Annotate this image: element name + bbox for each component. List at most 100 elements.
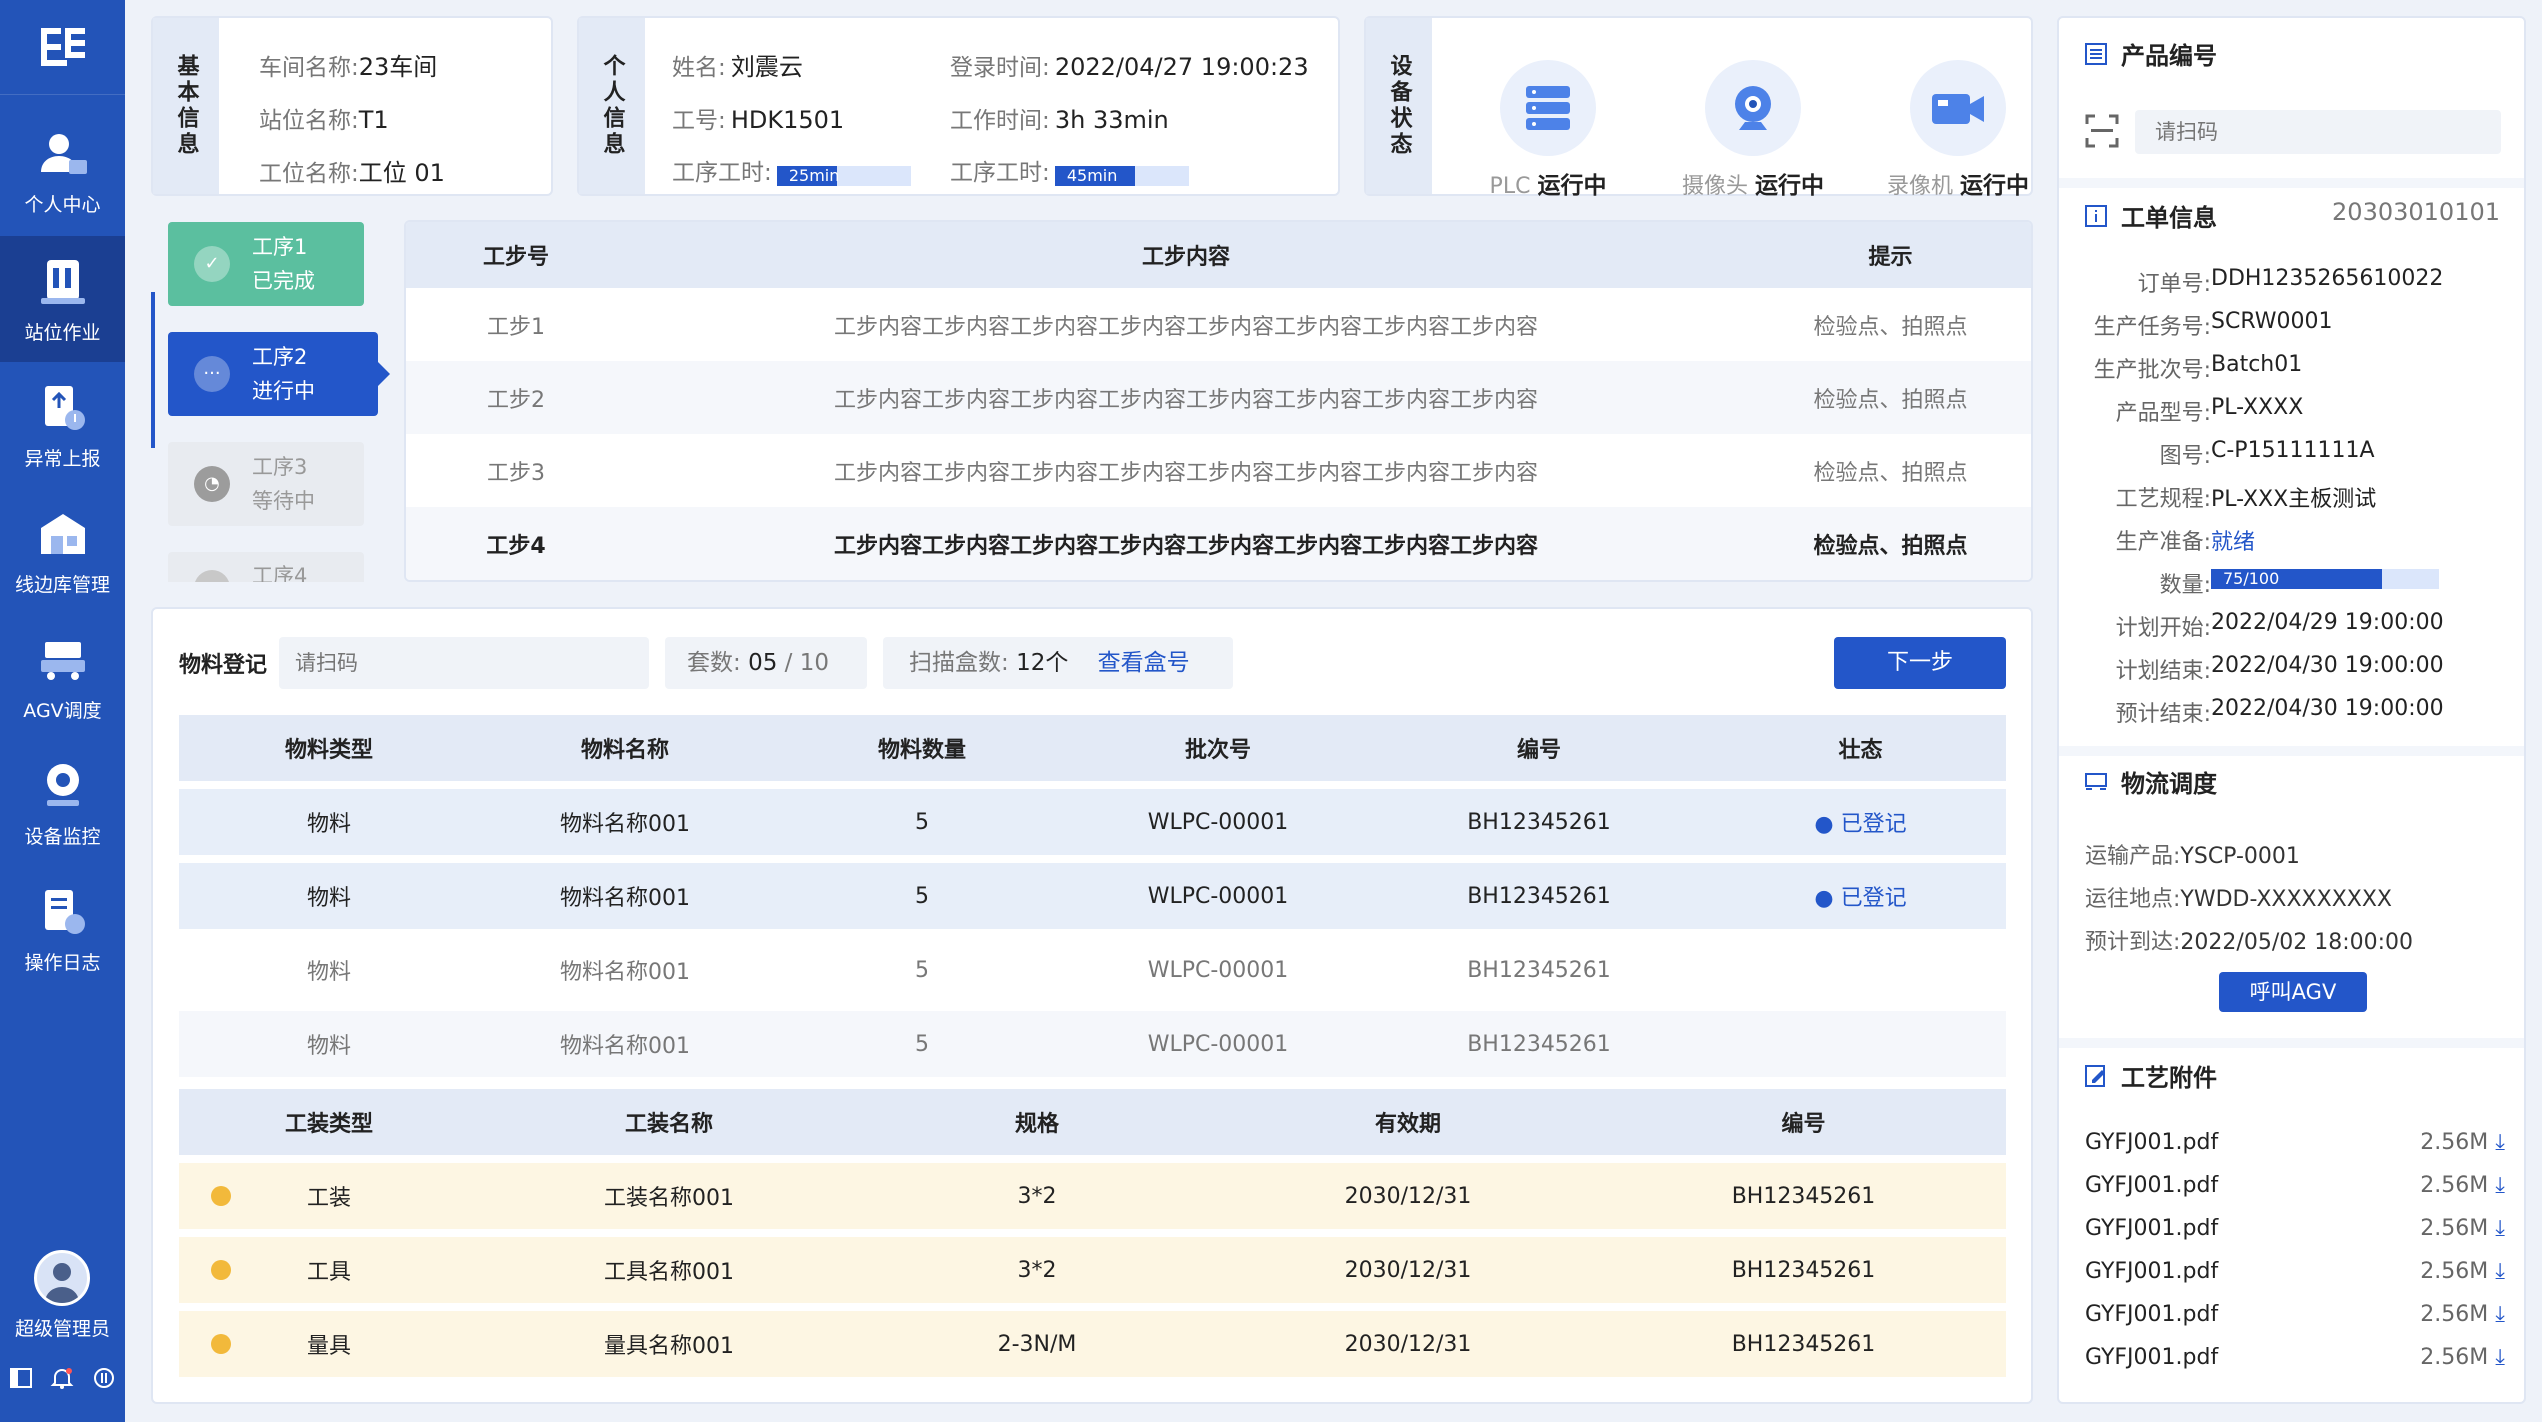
- nav-item-device-monitor[interactable]: 设备监控: [0, 740, 125, 866]
- device-camera[interactable]: 摄像头 运行中: [1653, 60, 1853, 200]
- power-icon[interactable]: [91, 1365, 117, 1391]
- process-tab-2[interactable]: ··· 工序2 进行中: [168, 332, 390, 416]
- collapse-icon[interactable]: [8, 1365, 34, 1391]
- login-time-value: 2022/04/27 19:00:23: [1054, 53, 1309, 81]
- step-tip: 检验点、拍照点: [1813, 314, 1968, 340]
- nav-bottom-toolbar: [0, 1365, 125, 1391]
- nav-item-station-work[interactable]: 站位作业: [0, 236, 125, 362]
- kv-row: 计划结束: 2022/04/30 19:00:00: [2115, 653, 2444, 684]
- qty-bar: 75/100: [2211, 569, 2439, 589]
- table-row[interactable]: 物料 物料名称001 5 WLPC-00001 BH12345261 ● 已登记: [179, 789, 2006, 855]
- download-icon: ⤓: [2495, 1216, 2505, 1241]
- device-plc[interactable]: PLC 运行中: [1448, 60, 1648, 200]
- table-row[interactable]: 工步2 工步内容工步内容工步内容工步内容工步内容工步内容工步内容工步内容 检验点…: [406, 361, 2031, 434]
- boxes-value: 12个: [1016, 650, 1069, 676]
- attachment-item[interactable]: GYFJ001.pdf 2.56M ⤓: [2085, 1302, 2505, 1327]
- warning-icon: [211, 1260, 231, 1280]
- col-step-content: 工步内容: [1141, 245, 1230, 270]
- table-row[interactable]: 物料 物料名称001 5 WLPC-00001 BH12345261 ● 已登记: [179, 863, 2006, 929]
- table-row[interactable]: 量具 量具名称001 2-3N/M 2030/12/31 BH12345261: [179, 1311, 2006, 1377]
- device-status-card: 设备状态 PLC 运行中 摄像头 运行中 录像机 运行中: [1364, 16, 2033, 199]
- cell: BH12345261: [1467, 809, 1611, 835]
- col-spec: 规格: [1014, 1112, 1059, 1137]
- cell: WLPC-00001: [1147, 883, 1289, 909]
- cell: WLPC-00001: [1147, 1031, 1289, 1057]
- cell: BH12345261: [1467, 957, 1611, 983]
- device-recorder[interactable]: 录像机 运行中: [1858, 60, 2058, 200]
- station-value: T1: [358, 106, 389, 134]
- view-box-numbers-link[interactable]: 查看盒号: [1098, 650, 1190, 676]
- work-order-title: 工单信息: [2083, 198, 2217, 233]
- table-row[interactable]: 工具 工具名称001 3*2 2030/12/31 BH12345261: [179, 1237, 2006, 1303]
- left-nav: 个人中心 站位作业 异常上报 线边库管理 AGV调度 设备监控 操作日志 超级管…: [0, 0, 125, 1422]
- nav-item-agv[interactable]: AGV调度: [0, 614, 125, 740]
- product-scan-input[interactable]: [2135, 110, 2501, 154]
- work-time-value: 3h 33min: [1054, 106, 1169, 134]
- nav-item-operation-log[interactable]: 操作日志: [0, 866, 125, 992]
- material-scan-input[interactable]: [279, 637, 649, 689]
- cell: 物料名称001: [560, 960, 690, 985]
- col-tool-type: 工装类型: [284, 1112, 373, 1137]
- attachment-item[interactable]: GYFJ001.pdf 2.56M ⤓: [2085, 1216, 2505, 1241]
- attachment-item[interactable]: GYFJ001.pdf 2.56M ⤓: [2085, 1345, 2505, 1370]
- nav-item-personal-center[interactable]: 个人中心: [0, 108, 125, 234]
- device-name: 录像机: [1886, 174, 1953, 199]
- table-row[interactable]: 物料 物料名称001 5 WLPC-00001 BH12345261: [179, 937, 2006, 1003]
- avatar[interactable]: [34, 1250, 90, 1306]
- cell: 2030/12/31: [1344, 1183, 1472, 1209]
- cell: BH12345261: [1467, 1031, 1611, 1057]
- check-icon: ✓: [204, 253, 220, 274]
- col-status: 壮态: [1838, 738, 1883, 763]
- col-material-qty: 物料数量: [877, 738, 966, 763]
- nav-item-exception-report[interactable]: 异常上报: [0, 362, 125, 488]
- check-circle-icon: ●: [1814, 812, 1834, 837]
- warehouse-icon: [40, 513, 85, 554]
- col-material-name: 物料名称: [580, 738, 669, 763]
- download-icon: ⤓: [2495, 1173, 2505, 1198]
- employee-id-value: HDK1501: [730, 106, 845, 134]
- process-name: 工序2: [252, 345, 308, 369]
- logistics-eta: 预计到达:2022/05/02 18:00:00: [2085, 930, 2414, 955]
- qty-fill: 75/100: [2211, 569, 2382, 589]
- table-row-active[interactable]: 工步4 工步内容工步内容工步内容工步内容工步内容工步内容工步内容工步内容 检验点…: [406, 507, 2031, 580]
- sets-label: 套数:: [687, 650, 741, 676]
- video-recorder-icon: [1932, 94, 1984, 124]
- step-content: 工步内容工步内容工步内容工步内容工步内容工步内容工步内容工步内容: [833, 314, 1538, 340]
- process-name: 工序1: [252, 235, 308, 259]
- process-tab-3[interactable]: ◔ 工序3 等待中: [168, 442, 364, 526]
- bell-icon[interactable]: [49, 1365, 75, 1391]
- step-tip: 检验点、拍照点: [1813, 533, 1968, 559]
- download-icon: ⤓: [2495, 1302, 2505, 1327]
- process-tab-1[interactable]: ✓ 工序1 已完成: [168, 222, 364, 306]
- process-name: 工序3: [252, 455, 308, 479]
- table-row[interactable]: 物料 物料名称001 5 WLPC-00001 BH12345261: [179, 1011, 2006, 1077]
- process-tab-4[interactable]: 工序4: [168, 552, 364, 582]
- station-label: 站位名称:: [259, 108, 359, 134]
- cell: BH12345261: [1467, 883, 1611, 909]
- next-step-button[interactable]: 下一步: [1834, 637, 2006, 689]
- nav-item-warehouse[interactable]: 线边库管理: [0, 488, 125, 614]
- check-circle-icon: ●: [1814, 886, 1834, 911]
- cell: 2030/12/31: [1344, 1257, 1472, 1283]
- attachment-item[interactable]: GYFJ001.pdf 2.56M ⤓: [2085, 1173, 2505, 1198]
- nav-label: 异常上报: [24, 447, 101, 470]
- step-no: 工步3: [487, 460, 545, 486]
- process-time-label: 工序工时:: [672, 160, 772, 186]
- table-row[interactable]: 工装 工装名称001 3*2 2030/12/31 BH12345261: [179, 1163, 2006, 1229]
- kv-row: 预计结束: 2022/04/30 19:00:00: [2115, 696, 2444, 727]
- employee-id-label: 工号:: [672, 108, 726, 134]
- scan-icon[interactable]: [2085, 114, 2119, 148]
- table-row[interactable]: 工步3 工步内容工步内容工步内容工步内容工步内容工步内容工步内容工步内容 检验点…: [406, 434, 2031, 507]
- attachment-item[interactable]: GYFJ001.pdf 2.56M ⤓: [2085, 1130, 2505, 1155]
- nav-label: 线边库管理: [14, 573, 110, 596]
- process-status: 等待中: [252, 489, 315, 513]
- table-row[interactable]: 工步1 工步内容工步内容工步内容工步内容工步内容工步内容工步内容工步内容 检验点…: [406, 288, 2031, 361]
- call-agv-button[interactable]: 呼叫AGV: [2219, 972, 2367, 1012]
- attachment-item[interactable]: GYFJ001.pdf 2.56M ⤓: [2085, 1259, 2505, 1284]
- steps-header: 工步号 工步内容 提示: [406, 222, 2031, 288]
- cell: 物料: [306, 960, 351, 985]
- cell: WLPC-00001: [1147, 957, 1289, 983]
- personal-info-card: 个人信息 姓名: 刘震云 登录时间: 2022/04/27 19:00:23 工…: [577, 16, 1340, 196]
- col-serial-no: 编号: [1516, 738, 1561, 763]
- process-time-2-label: 工序工时:: [950, 160, 1050, 186]
